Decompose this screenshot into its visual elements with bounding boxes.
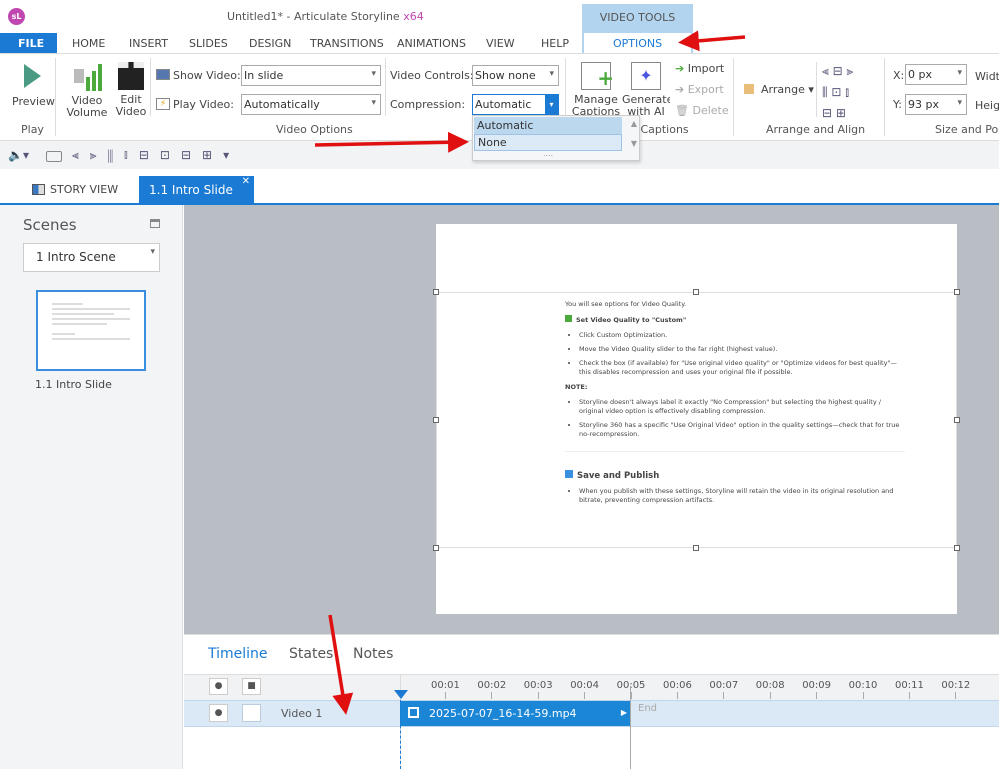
arrow-to-none	[314, 131, 469, 153]
arrow-to-layer	[328, 614, 354, 715]
annotation-arrows	[314, 30, 746, 715]
arrow-to-options	[678, 30, 746, 52]
